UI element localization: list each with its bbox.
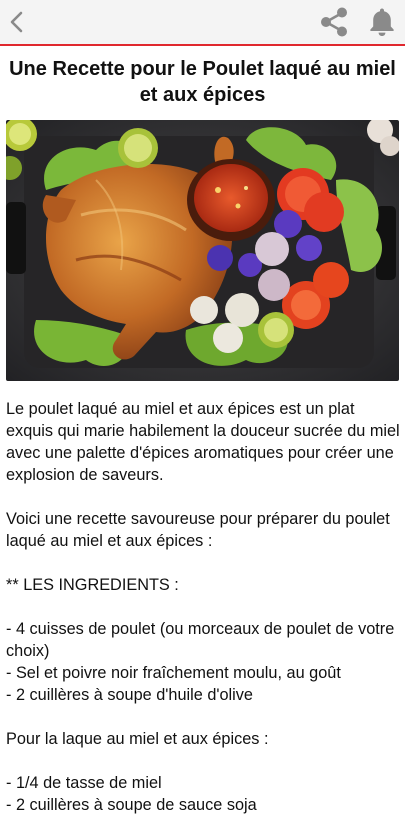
recipe-image <box>6 120 399 381</box>
ingredient-item: - 4 cuisses de poulet (ou morceaux de po… <box>6 620 395 660</box>
intro-paragraph: Le poulet laqué au miel et aux épices es… <box>6 400 400 484</box>
glaze-item: - 2 cuillères à soupe de sauce soja <box>6 796 257 814</box>
lead-paragraph: Voici une recette savoureuse pour prépar… <box>6 510 390 550</box>
ingredients-heading: ** LES INGREDIENTS : <box>6 576 179 594</box>
bell-icon[interactable] <box>366 5 398 39</box>
glaze-item: - 1/4 de tasse de miel <box>6 774 162 792</box>
ingredient-item: - 2 cuillères à soupe d'huile d'olive <box>6 686 253 704</box>
recipe-body: Le poulet laqué au miel et aux épices es… <box>6 398 402 816</box>
chevron-left-icon[interactable] <box>2 6 32 38</box>
app-bar <box>0 0 405 46</box>
glaze-heading: Pour la laque au miel et aux épices : <box>6 730 269 748</box>
recipe-title: Une Recette pour le Poulet laqué au miel… <box>9 58 396 106</box>
ingredient-item: - Sel et poivre noir fraîchement moulu, … <box>6 664 341 682</box>
share-icon[interactable] <box>317 5 351 39</box>
